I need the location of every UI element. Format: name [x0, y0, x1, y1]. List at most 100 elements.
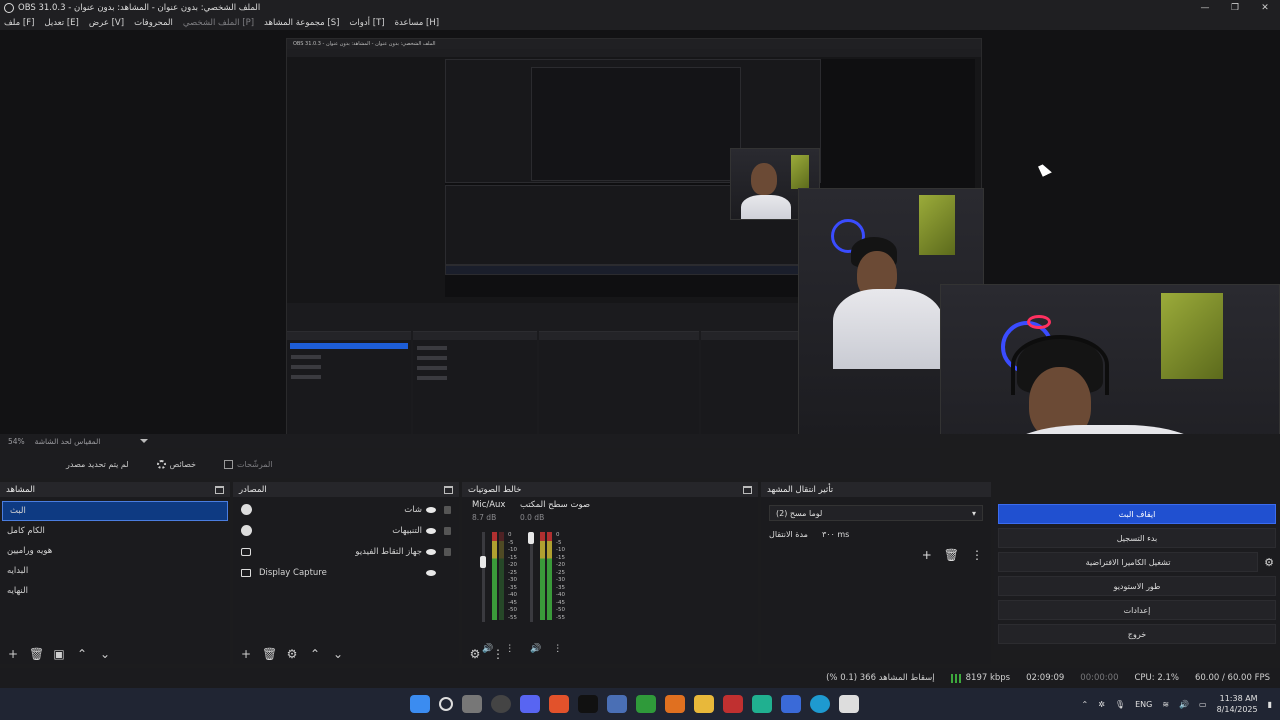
- camera-icon: [241, 547, 251, 556]
- file-explorer-icon[interactable]: [462, 695, 482, 713]
- media-icon[interactable]: [723, 695, 743, 713]
- gear-icon: [156, 459, 166, 469]
- tiktok-icon[interactable]: [578, 695, 598, 713]
- zoom-scale-label[interactable]: المقياس لحد الشاشة: [35, 437, 101, 446]
- scenes-dock: المشاهد البث الكام كامل هويه وراميين الب…: [0, 482, 230, 664]
- exit-button[interactable]: خروج: [998, 624, 1276, 644]
- more-icon[interactable]: ⋮: [491, 648, 505, 660]
- globe-icon: [241, 504, 252, 515]
- undock-icon[interactable]: [444, 485, 453, 494]
- stop-stream-button[interactable]: ايقاف البث: [998, 504, 1276, 524]
- studio-mode-button[interactable]: طور الاستوديو: [998, 576, 1276, 596]
- volume-slider[interactable]: [528, 532, 534, 544]
- xbox-icon[interactable]: [636, 695, 656, 713]
- remove-transition-button[interactable]: 🗑: [944, 548, 959, 562]
- start-recording-button[interactable]: بدء التسجيل: [998, 528, 1276, 548]
- audio-mixer-dock: خالط الصوتيات Mic/Aux 8.7 dB 0 -5 -10 -15 -2…: [462, 482, 758, 664]
- remove-source-button[interactable]: 🗑: [262, 648, 277, 660]
- menu-file[interactable]: ملف [F]: [4, 18, 34, 28]
- settings-button[interactable]: إعدادات: [998, 600, 1276, 620]
- chevron-down-icon[interactable]: [140, 439, 149, 443]
- source-item[interactable]: التنبيهات: [233, 520, 459, 541]
- brave-icon[interactable]: [549, 695, 569, 713]
- menu-scene-collection[interactable]: مجموعة المشاهد [S]: [264, 18, 339, 28]
- menu-edit[interactable]: تعديل [E]: [44, 18, 78, 28]
- app-icon[interactable]: [665, 695, 685, 713]
- folder-icon[interactable]: [694, 695, 714, 713]
- mixer-settings-icon[interactable]: ⚙: [468, 648, 482, 660]
- clock-date: 8/14/2025: [1216, 705, 1258, 714]
- gear-icon[interactable]: ✲: [1098, 700, 1105, 709]
- duration-input[interactable]: ٣٠٠ ms: [822, 530, 849, 539]
- sources-title: المصادر: [239, 484, 267, 495]
- paint-icon[interactable]: [781, 695, 801, 713]
- undock-icon[interactable]: [215, 485, 224, 494]
- capcut-icon[interactable]: [839, 695, 859, 713]
- notification-icon[interactable]: ▮: [1268, 700, 1272, 709]
- volume-slider[interactable]: [480, 556, 486, 568]
- scene-item[interactable]: البث: [2, 501, 228, 521]
- eye-icon[interactable]: [426, 527, 436, 534]
- move-up-button[interactable]: ⌃: [75, 648, 89, 660]
- wifi-icon[interactable]: ≋: [1162, 700, 1169, 709]
- clock[interactable]: 11:38 AM 8/14/2025: [1217, 693, 1258, 715]
- lock-icon[interactable]: [444, 505, 451, 514]
- menu-help[interactable]: مساعدة [H]: [395, 18, 439, 28]
- obs-icon[interactable]: [491, 695, 511, 713]
- eye-icon[interactable]: [426, 506, 436, 513]
- more-icon[interactable]: ⋮: [971, 548, 983, 562]
- source-item[interactable]: شات: [233, 499, 459, 520]
- scene-item[interactable]: البدايه: [0, 561, 230, 581]
- scene-item[interactable]: الكام كامل: [0, 521, 230, 541]
- transition-select[interactable]: لوما مسح (2) ▾: [769, 505, 983, 521]
- store-icon[interactable]: [607, 695, 627, 713]
- lang-indicator[interactable]: ENG: [1135, 700, 1152, 709]
- chevron-up-icon[interactable]: ⌃: [1082, 700, 1089, 709]
- gear-icon[interactable]: ⚙: [1264, 556, 1274, 569]
- source-properties-button[interactable]: ⚙: [285, 648, 299, 660]
- add-source-button[interactable]: +: [239, 648, 253, 660]
- maximize-button[interactable]: ❐: [1220, 0, 1250, 16]
- properties-button[interactable]: خصائص: [151, 457, 202, 472]
- menu-docks[interactable]: المحروفات: [134, 18, 173, 28]
- eye-icon[interactable]: [426, 548, 436, 555]
- source-item[interactable]: Display Capture: [233, 562, 459, 583]
- battery-icon[interactable]: ▭: [1199, 700, 1207, 709]
- transitions-dock: تأثير انتقال المشهد لوما مسح (2) ▾ مدة ا…: [761, 482, 991, 664]
- scene-filters-button[interactable]: ▣: [52, 648, 66, 660]
- source-item[interactable]: جهاز التقاط الفيديو: [233, 541, 459, 562]
- eye-icon[interactable]: [426, 569, 436, 576]
- mic-icon[interactable]: 🎙: [1115, 700, 1125, 709]
- add-transition-button[interactable]: +: [922, 548, 932, 562]
- monitor-icon: [241, 568, 251, 577]
- move-up-button[interactable]: ⌃: [308, 648, 322, 660]
- transitions-title: تأثير انتقال المشهد: [767, 484, 834, 495]
- menu-profile[interactable]: الملف الشخصي [P]: [183, 18, 254, 28]
- menu-tools[interactable]: أدوات [T]: [349, 18, 384, 28]
- edge-icon[interactable]: [810, 695, 830, 713]
- move-down-button[interactable]: ⌄: [98, 648, 112, 660]
- volume-icon[interactable]: 🔊: [1179, 700, 1189, 709]
- undock-icon[interactable]: [743, 485, 752, 494]
- scene-item[interactable]: هويه وراميين: [0, 541, 230, 561]
- preview-canvas[interactable]: OBS 31.0.3 - الملف الشخصي: بدون عنوان - …: [0, 30, 1280, 434]
- start-virtual-camera-button[interactable]: تشغيل الكاميرا الافتراضية: [998, 552, 1259, 572]
- add-scene-button[interactable]: +: [6, 648, 20, 660]
- filter-icon: [224, 459, 234, 469]
- remove-scene-button[interactable]: 🗑: [29, 648, 44, 660]
- window-title: OBS 31.0.3 - الملف الشخصي: بدون عنوان - …: [18, 3, 261, 13]
- scene-item[interactable]: النهايه: [0, 581, 230, 601]
- filters-button[interactable]: المرشّحات: [218, 457, 279, 472]
- move-down-button[interactable]: ⌄: [331, 648, 345, 660]
- source-label: شات: [404, 504, 422, 515]
- minimize-button[interactable]: —: [1190, 0, 1220, 16]
- fps: 60.00 / 60.00 FPS: [1194, 673, 1270, 683]
- menu-view[interactable]: عرض [V]: [89, 18, 124, 28]
- windows-start-icon[interactable]: [410, 695, 430, 713]
- lock-icon[interactable]: [444, 526, 451, 535]
- discord-icon[interactable]: [520, 695, 540, 713]
- close-button[interactable]: ✕: [1250, 0, 1280, 16]
- lock-icon[interactable]: [444, 547, 451, 556]
- chat-icon[interactable]: [752, 695, 772, 713]
- search-icon[interactable]: [439, 697, 453, 711]
